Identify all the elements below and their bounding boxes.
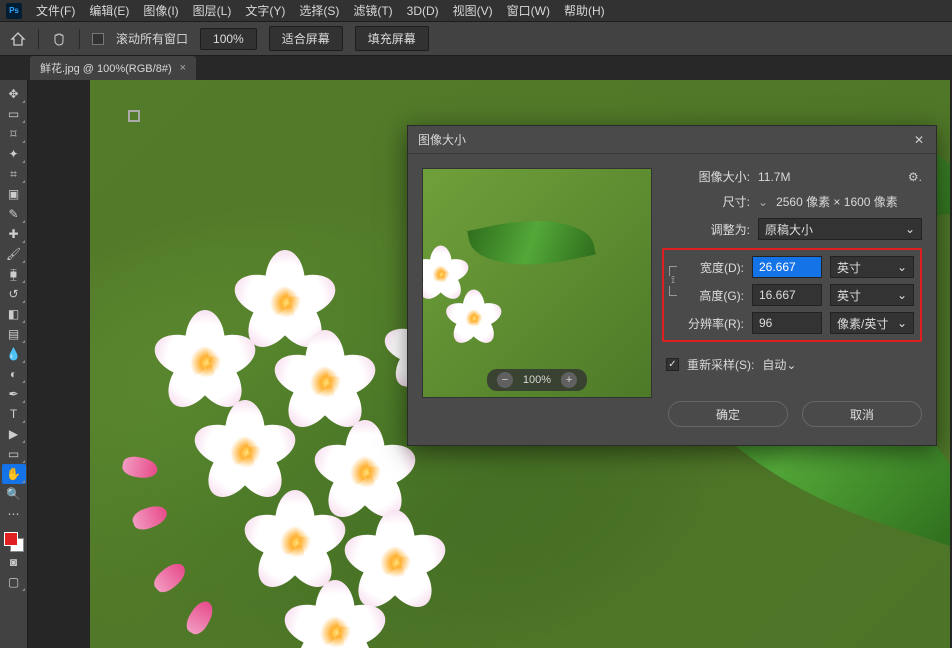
width-unit: 英寸 bbox=[837, 259, 861, 276]
document-tab-title: 鲜花.jpg @ 100%(RGB/8#) bbox=[40, 60, 172, 76]
stamp-tool-icon[interactable]: ⧯ bbox=[2, 264, 26, 284]
width-input[interactable]: 26.667 bbox=[752, 256, 822, 278]
cancel-button[interactable]: 取消 bbox=[802, 401, 922, 427]
eyedropper-tool-icon[interactable]: ✎ bbox=[2, 204, 26, 224]
menu-text[interactable]: 文字(Y) bbox=[245, 2, 285, 19]
brush-tool-icon[interactable]: 🖌 bbox=[2, 244, 26, 264]
dialog-title: 图像大小 bbox=[418, 131, 466, 148]
menu-window[interactable]: 窗口(W) bbox=[507, 2, 550, 19]
dim-value: 2560 像素 × 1600 像素 bbox=[776, 193, 898, 210]
menubar: Ps 文件(F) 编辑(E) 图像(I) 图层(L) 文字(Y) 选择(S) 滤… bbox=[0, 0, 952, 22]
zoom-in-icon[interactable]: + bbox=[561, 372, 577, 388]
path-select-tool-icon[interactable]: ▶ bbox=[2, 424, 26, 444]
screenmode-icon[interactable]: ▢ bbox=[2, 572, 26, 592]
heal-tool-icon[interactable]: ✚ bbox=[2, 224, 26, 244]
home-icon[interactable] bbox=[10, 31, 26, 47]
fit-value: 原稿大小 bbox=[765, 221, 813, 238]
link-icon[interactable]: ⟟ bbox=[666, 256, 680, 306]
scroll-all-label: 滚动所有窗口 bbox=[116, 30, 188, 47]
res-input[interactable]: 96 bbox=[752, 312, 822, 334]
hand-tool-icon[interactable]: ✋ bbox=[2, 464, 26, 484]
close-icon[interactable]: ✕ bbox=[912, 133, 926, 147]
height-input[interactable]: 16.667 bbox=[752, 284, 822, 306]
toolbox: ✥ ▭ ⌑ ✦ ⌗ ▣ ✎ ✚ 🖌 ⧯ ↺ ◧ ▤ 💧 ◐ ✒ T ▶ ▭ ✋ … bbox=[0, 80, 28, 648]
width-unit-combo[interactable]: 英寸⌄ bbox=[830, 256, 914, 278]
menu-help[interactable]: 帮助(H) bbox=[564, 2, 605, 19]
scroll-all-checkbox[interactable] bbox=[92, 33, 104, 45]
resample-checkbox[interactable] bbox=[666, 358, 679, 371]
marquee-tool-icon[interactable]: ▭ bbox=[2, 104, 26, 124]
dialog-fields: 图像大小: 11.7M ⚙. 尺寸: ⌄ 2560 像素 × 1600 像素 调… bbox=[666, 168, 922, 427]
height-unit-combo[interactable]: 英寸⌄ bbox=[830, 284, 914, 306]
size-value: 11.7M bbox=[758, 170, 900, 184]
preview-zoom-control: − 100% + bbox=[487, 369, 587, 391]
chevron-down-icon[interactable]: ⌄ bbox=[758, 195, 768, 209]
fit-screen-button[interactable]: 适合屏幕 bbox=[269, 26, 343, 51]
gradient-tool-icon[interactable]: ▤ bbox=[2, 324, 26, 344]
quick-select-tool-icon[interactable]: ✦ bbox=[2, 144, 26, 164]
document-tab[interactable]: 鲜花.jpg @ 100%(RGB/8#) × bbox=[30, 56, 196, 80]
quickmask-icon[interactable]: ◙ bbox=[2, 552, 26, 572]
hand-tool-icon[interactable] bbox=[51, 31, 67, 47]
document-tabbar: 鲜花.jpg @ 100%(RGB/8#) × bbox=[0, 56, 952, 80]
dimension-highlight: ⟟ 宽度(D): 26.667 英寸⌄ 高度(G): 16.667 bbox=[662, 248, 922, 342]
eraser-tool-icon[interactable]: ◧ bbox=[2, 304, 26, 324]
resample-value: 自动 bbox=[762, 358, 786, 372]
preview-zoom-value: 100% bbox=[523, 374, 551, 386]
edit-toolbar-icon[interactable]: ⋯ bbox=[2, 504, 26, 524]
res-unit-combo[interactable]: 像素/英寸⌄ bbox=[830, 312, 914, 334]
dialog-titlebar[interactable]: 图像大小 ✕ bbox=[408, 126, 936, 154]
bud bbox=[150, 559, 190, 597]
fg-color-icon[interactable] bbox=[4, 532, 18, 546]
bud bbox=[183, 597, 218, 637]
divider bbox=[38, 29, 39, 49]
crop-mark-icon bbox=[128, 110, 140, 122]
color-swatch[interactable] bbox=[4, 532, 24, 552]
height-label: 高度(G): bbox=[684, 287, 744, 304]
resample-label: 重新采样(S): bbox=[687, 356, 754, 373]
divider bbox=[79, 29, 80, 49]
fill-screen-button[interactable]: 填充屏幕 bbox=[355, 26, 429, 51]
menu-file[interactable]: 文件(F) bbox=[36, 2, 75, 19]
dim-label: 尺寸: bbox=[666, 193, 750, 210]
move-tool-icon[interactable]: ✥ bbox=[2, 84, 26, 104]
zoom-tool-icon[interactable]: 🔍 bbox=[2, 484, 26, 504]
type-tool-icon[interactable]: T bbox=[2, 404, 26, 424]
lasso-tool-icon[interactable]: ⌑ bbox=[2, 124, 26, 144]
ps-logo: Ps bbox=[6, 3, 22, 19]
width-label: 宽度(D): bbox=[684, 259, 744, 276]
menu-image[interactable]: 图像(I) bbox=[143, 2, 178, 19]
gear-icon[interactable]: ⚙. bbox=[908, 170, 922, 184]
bud bbox=[121, 455, 159, 481]
menu-view[interactable]: 视图(V) bbox=[453, 2, 493, 19]
dodge-tool-icon[interactable]: ◐ bbox=[2, 364, 26, 384]
fit-combo[interactable]: 原稿大小⌄ bbox=[758, 218, 922, 240]
dialog-preview[interactable]: − 100% + bbox=[422, 168, 652, 398]
blur-tool-icon[interactable]: 💧 bbox=[2, 344, 26, 364]
bud bbox=[130, 502, 170, 533]
zoom-value-button[interactable]: 100% bbox=[200, 28, 257, 50]
menu-select[interactable]: 选择(S) bbox=[299, 2, 339, 19]
leaf bbox=[651, 605, 909, 648]
resample-combo[interactable]: 自动⌄ bbox=[762, 356, 922, 373]
optionbar: 滚动所有窗口 100% 适合屏幕 填充屏幕 bbox=[0, 22, 952, 56]
crop-tool-icon[interactable]: ⌗ bbox=[2, 164, 26, 184]
pen-tool-icon[interactable]: ✒ bbox=[2, 384, 26, 404]
fit-label: 调整为: bbox=[666, 221, 750, 238]
res-unit: 像素/英寸 bbox=[837, 315, 888, 332]
menu-edit[interactable]: 编辑(E) bbox=[89, 2, 129, 19]
zoom-out-icon[interactable]: − bbox=[497, 372, 513, 388]
image-size-dialog: 图像大小 ✕ − 100% + 图像大小: 11.7M ⚙. bbox=[407, 125, 937, 446]
height-unit: 英寸 bbox=[837, 287, 861, 304]
ok-button[interactable]: 确定 bbox=[668, 401, 788, 427]
close-icon[interactable]: × bbox=[180, 62, 186, 74]
shape-tool-icon[interactable]: ▭ bbox=[2, 444, 26, 464]
menu-3d[interactable]: 3D(D) bbox=[407, 4, 439, 18]
menu-layer[interactable]: 图层(L) bbox=[193, 2, 232, 19]
size-label: 图像大小: bbox=[666, 168, 750, 185]
menu-filter[interactable]: 滤镜(T) bbox=[353, 2, 392, 19]
frame-tool-icon[interactable]: ▣ bbox=[2, 184, 26, 204]
history-brush-tool-icon[interactable]: ↺ bbox=[2, 284, 26, 304]
res-label: 分辨率(R): bbox=[666, 315, 744, 332]
